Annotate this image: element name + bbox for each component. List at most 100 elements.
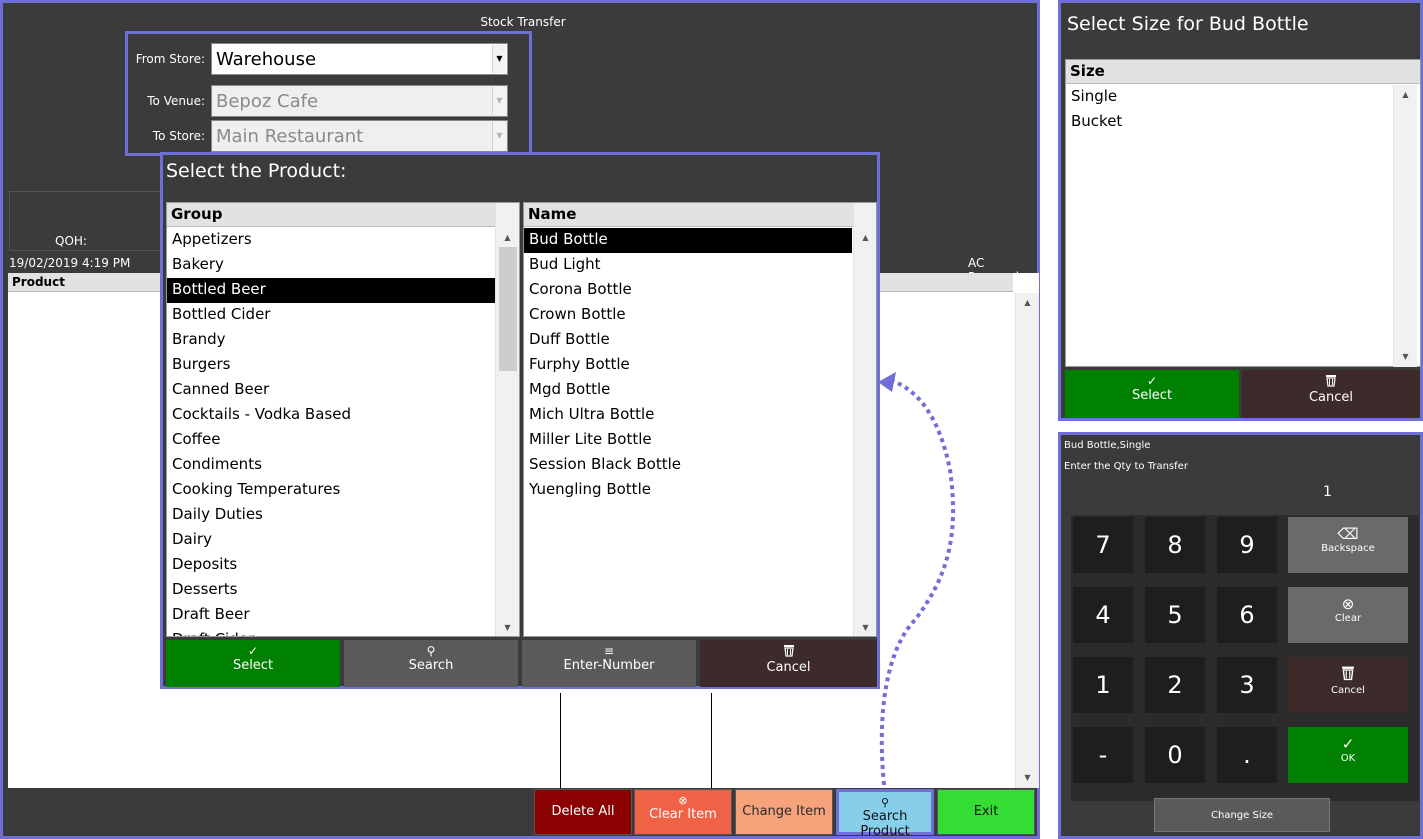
name-list-item[interactable]: Yuengling Bottle	[524, 478, 852, 503]
group-list-item[interactable]: Draft Beer	[167, 603, 496, 628]
change-item-label: Change Item	[742, 804, 826, 819]
enter-number-button[interactable]: ≡ Enter-Number	[522, 640, 696, 687]
size-list-item[interactable]: Bucket	[1066, 110, 1392, 135]
name-list-item[interactable]: Miller Lite Bottle	[524, 428, 852, 453]
name-list-item[interactable]: Bud Bottle	[524, 228, 852, 253]
name-list-item[interactable]: Furphy Bottle	[524, 353, 852, 378]
delete-all-button[interactable]: Delete All	[534, 789, 632, 835]
keypad-key[interactable]: .	[1217, 727, 1277, 783]
keypad-key[interactable]: 1	[1073, 657, 1133, 713]
size-cancel-label: Cancel	[1308, 390, 1354, 405]
store-selection-panel: From Store: Warehouse ▼ To Venue: Bepoz …	[125, 31, 532, 156]
name-list-item[interactable]: Mgd Bottle	[524, 378, 852, 403]
dialog-title: Select Size for Bud Bottle	[1067, 13, 1309, 35]
keypad-key[interactable]: 4	[1073, 587, 1133, 643]
group-list-item[interactable]: Deposits	[167, 553, 496, 578]
chevron-down-icon[interactable]: ▼	[492, 87, 506, 115]
keypad-key[interactable]: 9	[1217, 517, 1277, 573]
group-scrollbar[interactable]: ▲ ▼	[495, 203, 519, 636]
to-store-select[interactable]: Main Restaurant ▼	[211, 120, 508, 152]
exit-label: Exit	[973, 804, 999, 819]
clear-button[interactable]: ⊗ Clear	[1288, 587, 1408, 643]
scroll-up-icon[interactable]: ▲	[1016, 295, 1039, 311]
check-icon: ✓	[247, 644, 259, 658]
group-list-item[interactable]: Canned Beer	[167, 378, 496, 403]
quantity-dialog: Bud Bottle,Single Enter the Qty to Trans…	[1058, 432, 1423, 839]
group-list-item[interactable]: Brandy	[167, 328, 496, 353]
scroll-down-icon[interactable]: ▼	[1016, 770, 1039, 786]
scroll-thumb[interactable]	[499, 247, 517, 371]
ok-button[interactable]: ✓ OK	[1288, 727, 1408, 783]
name-list-item[interactable]: Mich Ultra Bottle	[524, 403, 852, 428]
keypad-key[interactable]: 7	[1073, 517, 1133, 573]
name-scrollbar[interactable]: ▲ ▼	[853, 203, 876, 636]
check-icon: ✓	[1341, 735, 1355, 753]
group-column-header[interactable]: Group	[167, 203, 495, 227]
to-store-label: To Store:	[152, 129, 205, 143]
group-list-item[interactable]: Appetizers	[167, 228, 496, 253]
name-list-item[interactable]: Bud Light	[524, 253, 852, 278]
group-list-item[interactable]: Bakery	[167, 253, 496, 278]
scroll-up-icon[interactable]: ▲	[496, 230, 519, 246]
group-list-item[interactable]: Condiments	[167, 453, 496, 478]
size-list-item[interactable]: Single	[1066, 85, 1392, 110]
name-list-item[interactable]: Duff Bottle	[524, 328, 852, 353]
group-list-item[interactable]: Burgers	[167, 353, 496, 378]
select-button[interactable]: ✓ Select	[166, 640, 340, 687]
size-cancel-button[interactable]: Cancel	[1242, 370, 1420, 418]
group-list-item[interactable]: Bottled Beer	[167, 278, 496, 303]
group-list-item[interactable]: Cocktails - Vodka Based	[167, 403, 496, 428]
group-list-item[interactable]: Dairy	[167, 528, 496, 553]
chevron-down-icon[interactable]: ▼	[492, 122, 506, 150]
keypad-key[interactable]: 5	[1145, 587, 1205, 643]
size-select-label: Select	[1131, 388, 1173, 403]
keypad-key[interactable]: -	[1073, 727, 1133, 783]
group-list-item[interactable]: Daily Duties	[167, 503, 496, 528]
exit-button[interactable]: Exit	[937, 789, 1035, 835]
grid-scrollbar[interactable]: ▲ ▼	[1015, 293, 1039, 788]
search-product-button[interactable]: ⚲ Search Product	[836, 789, 934, 839]
group-list[interactable]: Group Appetizers Bakery Bottled Beer Bottle…	[166, 202, 520, 637]
scroll-up-icon[interactable]: ▲	[854, 230, 876, 246]
clear-label: Clear	[1334, 613, 1362, 624]
change-item-button[interactable]: Change Item	[735, 789, 833, 835]
change-size-button[interactable]: Change Size	[1154, 798, 1330, 832]
keypad-key[interactable]: 0	[1145, 727, 1205, 783]
group-list-item[interactable]: Bottled Cider	[167, 303, 496, 328]
size-list[interactable]: Size Single Bucket ▲ ▼	[1065, 59, 1421, 367]
scroll-up-icon[interactable]: ▲	[1394, 87, 1417, 103]
size-select-button[interactable]: ✓ Select	[1065, 370, 1239, 418]
scroll-down-icon[interactable]: ▼	[1394, 349, 1417, 365]
name-list-item[interactable]: Session Black Bottle	[524, 453, 852, 478]
select-size-dialog: Select Size for Bud Bottle Size Single Bu…	[1058, 0, 1423, 421]
group-list-item[interactable]: Coffee	[167, 428, 496, 453]
name-list-item[interactable]: Corona Bottle	[524, 278, 852, 303]
chevron-down-icon[interactable]: ▼	[492, 45, 506, 73]
to-venue-select[interactable]: Bepoz Cafe ▼	[211, 85, 508, 117]
search-label: Search	[408, 658, 454, 673]
size-scrollbar[interactable]: ▲ ▼	[1393, 85, 1417, 367]
keypad-key[interactable]: 3	[1217, 657, 1277, 713]
from-store-label: From Store:	[135, 52, 205, 66]
search-button[interactable]: ⚲ Search	[344, 640, 518, 687]
cancel-button[interactable]: Cancel	[700, 640, 877, 687]
name-list-item[interactable]: Crown Bottle	[524, 303, 852, 328]
scroll-down-icon[interactable]: ▼	[496, 620, 519, 636]
group-list-item[interactable]: Draft Cider	[167, 628, 496, 636]
group-list-item[interactable]: Desserts	[167, 578, 496, 603]
check-icon: ✓	[1146, 374, 1158, 388]
scroll-down-icon[interactable]: ▼	[854, 620, 876, 636]
backspace-button[interactable]: ⌫ Backspace	[1288, 517, 1408, 573]
name-column-header[interactable]: Name	[524, 203, 854, 227]
trash-icon	[1288, 665, 1408, 685]
keypad-key[interactable]: 6	[1217, 587, 1277, 643]
group-list-item[interactable]: Cooking Temperatures	[167, 478, 496, 503]
qty-prompt: Enter the Qty to Transfer	[1064, 461, 1188, 472]
size-column-header[interactable]: Size	[1066, 60, 1420, 84]
clear-item-button[interactable]: ⊗ Clear Item	[634, 789, 732, 835]
name-list[interactable]: Name Bud Bottle Bud Light Corona Bottle Cro…	[523, 202, 877, 637]
keypad-cancel-button[interactable]: Cancel	[1288, 657, 1408, 713]
keypad-key[interactable]: 8	[1145, 517, 1205, 573]
from-store-select[interactable]: Warehouse ▼	[211, 43, 508, 75]
keypad-key[interactable]: 2	[1145, 657, 1205, 713]
